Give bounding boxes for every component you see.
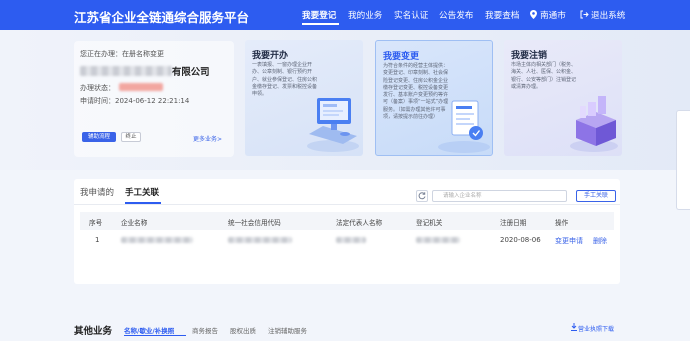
delete-link[interactable]: 删除 [593, 236, 607, 246]
row-legal-rep-redacted [336, 237, 366, 243]
company-name-redacted [80, 66, 172, 76]
column-header-actions: 操作 [555, 219, 569, 227]
refresh-button[interactable] [416, 190, 428, 202]
box-illustration-icon [570, 96, 618, 152]
column-header-authority: 登记机关 [416, 219, 443, 227]
nav-archive-query[interactable]: 我要查档 [485, 9, 519, 21]
other-business-title: 其他业务 [74, 326, 113, 337]
nav-my-business[interactable]: 我的业务 [348, 9, 382, 21]
row-index: 1 [95, 236, 100, 244]
nav-real-name-auth[interactable]: 实名认证 [394, 9, 428, 21]
apply-time: 申请时间：2024-06-12 22:21:14 [80, 97, 190, 105]
change-apply-link[interactable]: 变更申请 [555, 236, 583, 246]
service-card-cancel[interactable]: 我要注销 市场主体向相关部门（税务、海关、人社、医保、公积金、银行、公安等部门）… [504, 40, 622, 156]
other-active-underline [124, 335, 186, 336]
nav-active-underline [302, 23, 339, 25]
refresh-icon [418, 192, 426, 200]
site-title: 江苏省企业全链通综合服务平台 [74, 10, 250, 25]
row-company-name-redacted [121, 237, 193, 243]
column-header-index: 序号 [89, 219, 103, 227]
column-header-credit-code: 统一社会信用代码 [228, 219, 281, 227]
row-authority-redacted [416, 237, 460, 243]
tab-manual-association[interactable]: 手工关联 [125, 186, 159, 198]
logout-link[interactable]: 退出系统 [591, 9, 625, 21]
license-download-link[interactable]: 营业执照下载 [578, 324, 614, 333]
floating-side-toolbar[interactable] [676, 110, 690, 210]
tab-name-closure-license[interactable]: 名称/歇业/补换照 [124, 325, 174, 335]
document-illustration-icon [438, 100, 490, 153]
tab-cancel-assist[interactable]: 注销辅助服务 [268, 325, 307, 335]
column-header-reg-date: 注册日期 [500, 219, 527, 227]
service-card-open[interactable]: 我要开办 一表填报、一窗办理企业开办、公章刻制、银行预约开户、就业参保登记、住房… [245, 40, 363, 156]
company-search-input[interactable] [432, 190, 567, 202]
nav-register[interactable]: 我要登记 [302, 9, 336, 21]
row-credit-code-redacted [228, 237, 292, 243]
logout-icon [580, 10, 589, 19]
current-task-label: 您正在办理：在册名称变更 [80, 50, 164, 58]
status-label: 办理状态： [80, 84, 115, 92]
location-selector[interactable]: 南通市 [540, 9, 566, 21]
computer-illustration-icon [307, 98, 359, 152]
company-name-suffix: 有限公司 [172, 67, 210, 78]
tab-business-report[interactable]: 商务报告 [192, 325, 218, 335]
assist-flow-button[interactable]: 辅助流程 [82, 132, 116, 142]
service-desc-cancel: 市场主体向相关部门（税务、海关、人社、医保、公积金、银行、公安等部门）注销登记或… [511, 62, 577, 90]
service-title-cancel: 我要注销 [511, 51, 548, 61]
service-card-change[interactable]: 我要变更 为符合条件的经营主体提供：变更登记、印章刻制、社会保险登记变更、住房公… [375, 40, 493, 156]
tab-equity-pledge[interactable]: 股权出质 [230, 325, 256, 335]
status-value-redacted [119, 83, 163, 91]
column-header-legal-rep: 法定代表人名称 [336, 219, 383, 227]
tab-divider [74, 204, 620, 205]
tab-my-applications[interactable]: 我申请的 [80, 186, 114, 198]
manual-association-button[interactable]: 手工关联 [576, 190, 616, 202]
location-pin-icon [530, 10, 537, 19]
download-icon [571, 323, 577, 331]
column-header-company-name: 企业名称 [121, 219, 148, 227]
service-title-change: 我要变更 [383, 52, 420, 62]
service-title-open: 我要开办 [252, 51, 289, 61]
row-reg-date: 2020-08-06 [500, 236, 541, 244]
nav-announcement[interactable]: 公告发布 [439, 9, 473, 21]
more-business-link[interactable]: 更多业务> [193, 134, 222, 143]
terminate-button[interactable]: 终止 [121, 132, 141, 142]
